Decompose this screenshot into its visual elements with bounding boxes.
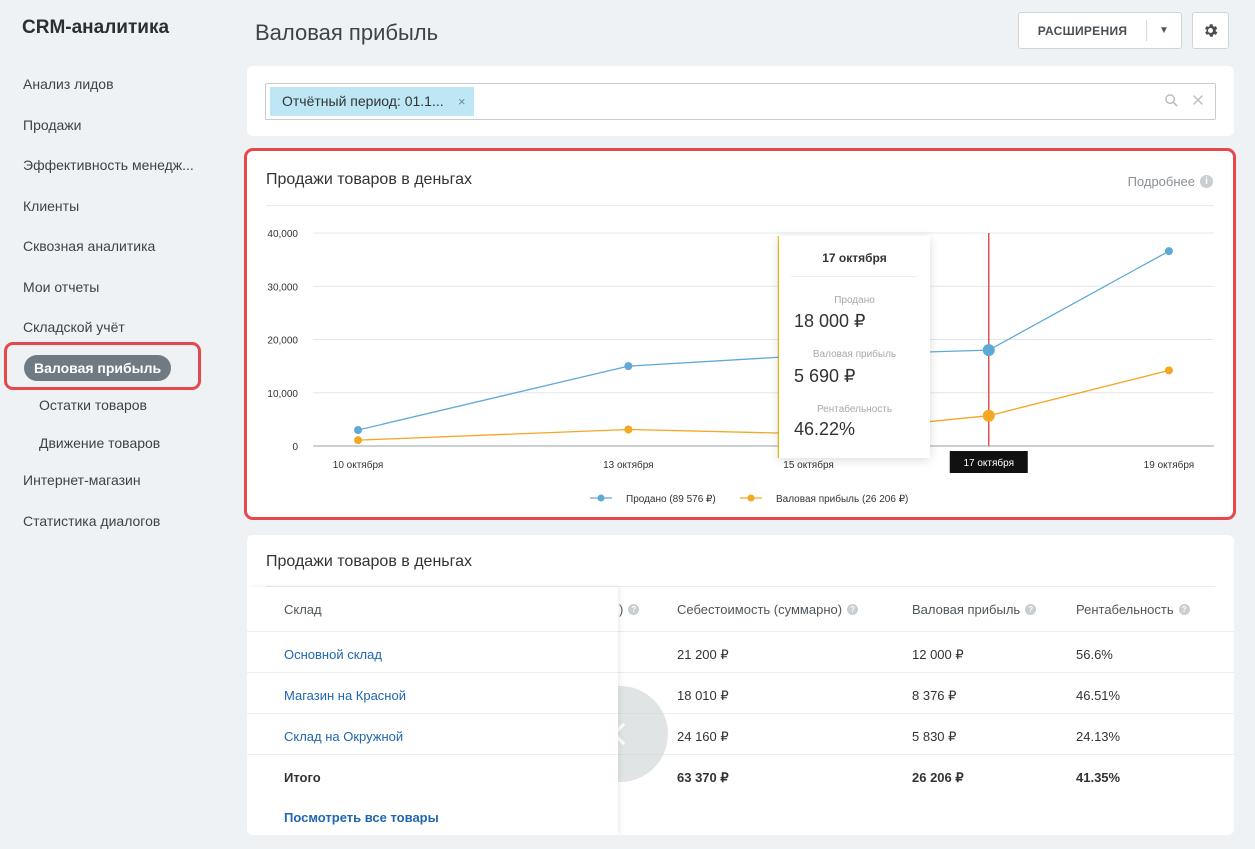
settings-button[interactable] <box>1192 12 1229 49</box>
cell-profit: 8 376 ₽ <box>912 688 957 703</box>
sidebar-item-sales[interactable]: Продажи <box>23 117 81 133</box>
sidebar-item-online-store[interactable]: Интернет-магазин <box>23 472 141 488</box>
column-header-warehouse[interactable]: Склад <box>284 602 322 617</box>
column-header-profit-label: Валовая прибыль <box>912 602 1021 617</box>
close-icon[interactable] <box>1191 93 1205 107</box>
column-header-margin[interactable]: Рентабельность? <box>1076 602 1190 617</box>
sidebar-item-leads[interactable]: Анализ лидов <box>23 76 114 92</box>
sales-chart-card: Продажи товаров в деньгах Подробнее i <box>247 151 1233 518</box>
chip-remove-icon[interactable]: × <box>458 87 466 116</box>
tooltip-date: 17 октября <box>822 251 887 265</box>
warehouse-link-krasnaya[interactable]: Магазин на Красной <box>284 688 406 703</box>
sidebar-item-end-to-end-analytics[interactable]: Сквозная аналитика <box>23 238 155 254</box>
more-details-label[interactable]: Подробнее <box>1128 174 1195 189</box>
sales-table-card: Продажи товаров в деньгах )? Себестоимос… <box>247 535 1234 835</box>
total-margin: 41.35% <box>1076 770 1121 785</box>
total-label: Итого <box>284 770 321 785</box>
chart-card-title: Продажи товаров в деньгах <box>266 171 473 188</box>
sidebar-item-manager-efficiency[interactable]: Эффективность менедж... <box>23 157 194 173</box>
page-title: Валовая прибыль <box>255 20 439 45</box>
sidebar-item-gross-profit[interactable]: Валовая прибыль <box>24 355 172 381</box>
tooltip-divider <box>791 276 916 277</box>
sidebar-item-stock[interactable]: Остатки товаров <box>39 397 147 413</box>
extensions-label[interactable]: РАСШИРЕНИЯ <box>1019 24 1146 38</box>
column-header-margin-label: Рентабельность <box>1076 602 1174 617</box>
cell-margin: 24.13% <box>1076 729 1121 744</box>
table-card-title: Продажи товаров в деньгах <box>266 553 473 570</box>
column-header-profit[interactable]: Валовая прибыль? <box>912 602 1037 617</box>
warehouse-link-main[interactable]: Основной склад <box>284 647 382 662</box>
app-title: CRM-аналитика <box>22 17 170 38</box>
tooltip-margin-label: Рентабельность <box>816 404 893 415</box>
chart-tooltip: 17 октября Продано 18 000 ₽ Валовая приб… <box>779 236 930 458</box>
cell-profit: 5 830 ₽ <box>912 729 957 744</box>
column-header-cost[interactable]: Себестоимость (суммарно)? <box>677 602 859 617</box>
help-icon[interactable]: ? <box>1178 604 1190 615</box>
column-header-cost-label: Себестоимость (суммарно) <box>677 602 843 617</box>
help-icon[interactable]: ? <box>628 604 640 615</box>
cell-cost: 24 160 ₽ <box>677 729 729 744</box>
tooltip-sold-value: 18 000 ₽ <box>794 311 866 331</box>
total-profit: 26 206 ₽ <box>912 770 964 785</box>
divider <box>266 205 1214 206</box>
extensions-button[interactable]: РАСШИРЕНИЯ ▼ <box>1018 12 1182 49</box>
total-cost: 63 370 ₽ <box>677 770 729 785</box>
tooltip-margin-value: 46.22% <box>794 419 856 439</box>
row-divider <box>247 713 618 714</box>
frozen-column: Склад Основной склад Магазин на Красной … <box>247 587 618 835</box>
help-icon[interactable]: ? <box>847 604 859 615</box>
column-header-hidden[interactable]: )? <box>619 602 640 617</box>
cell-cost: 21 200 ₽ <box>677 647 729 662</box>
sidebar-item-clients[interactable]: Клиенты <box>23 198 79 214</box>
cell-margin: 56.6% <box>1076 647 1113 662</box>
warehouse-link-okruzhnaya[interactable]: Склад на Окружной <box>284 729 403 744</box>
search-icon[interactable] <box>1164 93 1179 108</box>
sidebar-item-warehouse[interactable]: Складской учёт <box>23 319 125 335</box>
row-divider <box>247 754 618 755</box>
view-all-goods-link[interactable]: Посмотреть все товары <box>284 810 439 825</box>
tooltip-profit-value: 5 690 ₽ <box>794 366 856 386</box>
cell-profit: 12 000 ₽ <box>912 647 964 662</box>
row-divider <box>247 631 618 632</box>
filter-panel: Отчётный период: 01.1... × <box>247 66 1234 136</box>
gear-icon <box>1205 24 1218 37</box>
row-divider <box>247 672 618 673</box>
cell-margin: 46.51% <box>1076 688 1121 703</box>
period-filter-label: Отчётный период: 01.1... <box>282 93 444 109</box>
period-filter-chip[interactable]: Отчётный период: 01.1... × <box>270 87 474 116</box>
cell-cost: 18 010 ₽ <box>677 688 729 703</box>
tooltip-sold-label: Продано <box>834 295 875 306</box>
sidebar-item-dialog-stats[interactable]: Статистика диалогов <box>23 513 160 529</box>
help-icon[interactable]: ? <box>1025 604 1037 615</box>
info-icon: i <box>1200 175 1213 188</box>
more-details-link[interactable]: Подробнее i <box>1128 174 1213 189</box>
column-header-hidden-tail: ) <box>619 602 624 617</box>
filter-search-input[interactable]: Отчётный период: 01.1... × <box>265 83 1216 120</box>
sidebar-item-goods-movement[interactable]: Движение товаров <box>39 435 160 451</box>
sidebar-item-my-reports[interactable]: Мои отчеты <box>23 279 99 295</box>
tooltip-profit-label: Валовая прибыль <box>812 349 897 360</box>
chevron-down-icon[interactable]: ▼ <box>1147 25 1181 36</box>
